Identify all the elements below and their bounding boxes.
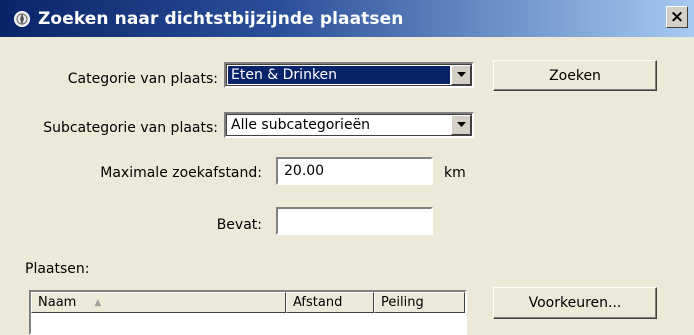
column-bearing-label: Peiling <box>381 295 424 310</box>
category-select[interactable]: Eten & Drinken <box>224 62 474 88</box>
list-header: Naam ▲ Afstand Peiling <box>31 292 465 313</box>
chevron-down-icon[interactable] <box>451 115 471 135</box>
contains-field[interactable] <box>276 207 433 235</box>
subcategory-label: Subcategorie van plaats: <box>43 120 218 136</box>
window-title: Zoeken naar dichtstbijzijnde plaatsen <box>38 8 404 29</box>
column-name-label: Naam <box>38 295 77 310</box>
column-header-name[interactable]: Naam ▲ <box>31 292 286 313</box>
max-distance-field[interactable]: 20.00 <box>276 157 433 185</box>
places-list[interactable]: Naam ▲ Afstand Peiling <box>29 290 467 335</box>
search-button[interactable]: Zoeken <box>493 60 657 91</box>
title-bar: Zoeken naar dichtstbijzijnde plaatsen × <box>0 0 694 37</box>
chevron-down-icon[interactable] <box>451 65 471 85</box>
column-distance-label: Afstand <box>293 295 343 310</box>
contains-label: Bevat: <box>216 217 262 233</box>
subcategory-value: Alle subcategorieën <box>231 117 371 133</box>
close-icon: × <box>669 6 685 27</box>
places-label: Plaatsen: <box>25 261 90 277</box>
sort-ascending-icon: ▲ <box>94 297 102 308</box>
subcategory-select[interactable]: Alle subcategorieën <box>224 112 474 138</box>
max-distance-label: Maximale zoekafstand: <box>100 165 262 181</box>
column-header-bearing[interactable]: Peiling <box>374 292 465 313</box>
close-button[interactable]: × <box>666 6 688 28</box>
distance-unit: km <box>444 165 466 181</box>
column-header-distance[interactable]: Afstand <box>286 292 374 313</box>
category-label: Categorie van plaats: <box>67 71 218 87</box>
category-value: Eten & Drinken <box>228 66 450 84</box>
compass-icon <box>12 9 32 29</box>
preferences-button[interactable]: Voorkeuren... <box>493 287 657 319</box>
